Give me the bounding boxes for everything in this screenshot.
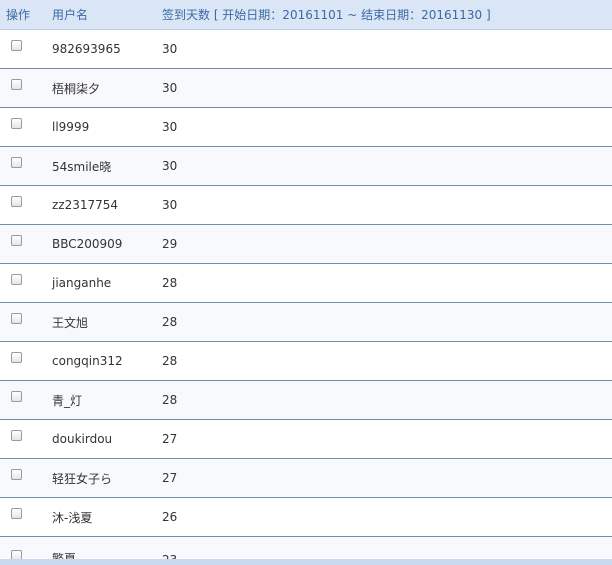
table-row: 54smile晓 30 <box>0 147 612 186</box>
table-body: 982693965 30 梧桐柒夕 30 ll9999 30 54smile晓 … <box>0 30 612 565</box>
row-username: congqin312 <box>52 354 123 368</box>
row-checkbox[interactable] <box>11 39 22 51</box>
table-row: 梧桐柒夕 30 <box>0 69 612 108</box>
row-checkbox[interactable] <box>11 273 22 285</box>
row-username: 王文旭 <box>52 315 89 330</box>
table-row: 青_灯 28 <box>0 381 612 420</box>
row-username: doukirdou <box>52 432 113 446</box>
row-checkbox[interactable] <box>11 78 22 90</box>
row-days: 30 <box>162 198 178 212</box>
row-username: jianganhe <box>52 276 112 290</box>
table-header: 操作 用户名 签到天数 [ 开始日期：20161101 ~ 结束日期：20161… <box>0 0 612 30</box>
row-checkbox[interactable] <box>11 507 22 519</box>
table-row: doukirdou 27 <box>0 420 612 459</box>
signin-table: 操作 用户名 签到天数 [ 开始日期：20161101 ~ 结束日期：20161… <box>0 0 612 565</box>
header-username: 用户名 <box>52 8 89 22</box>
table-row: zz2317754 30 <box>0 186 612 225</box>
row-checkbox[interactable] <box>11 468 22 480</box>
row-username: zz2317754 <box>52 198 119 212</box>
row-days: 28 <box>162 393 178 407</box>
table-row: 轻狂女子ら 27 <box>0 459 612 498</box>
row-username: BBC200909 <box>52 237 123 251</box>
row-checkbox[interactable] <box>11 156 22 168</box>
table-row: ll9999 30 <box>0 108 612 147</box>
row-username: 沐-浅夏 <box>52 510 93 525</box>
row-days: 27 <box>162 432 178 446</box>
table-row: congqin312 28 <box>0 342 612 381</box>
row-username: 梧桐柒夕 <box>52 81 101 96</box>
row-checkbox[interactable] <box>11 390 22 402</box>
row-days: 29 <box>162 237 178 251</box>
row-days: 27 <box>162 471 178 485</box>
row-username: 982693965 <box>52 42 121 56</box>
row-username: 轻狂女子ら <box>52 471 113 486</box>
row-checkbox[interactable] <box>11 351 22 363</box>
horizontal-scrollbar-track[interactable] <box>0 559 612 565</box>
row-checkbox[interactable] <box>11 234 22 246</box>
row-checkbox[interactable] <box>11 312 22 324</box>
table-row: 沐-浅夏 26 <box>0 498 612 537</box>
row-checkbox[interactable] <box>11 117 22 129</box>
row-username: 青_灯 <box>52 393 83 408</box>
row-days: 28 <box>162 276 178 290</box>
row-days: 26 <box>162 510 178 524</box>
row-days: 28 <box>162 315 178 329</box>
header-op: 操作 <box>6 8 31 22</box>
header-signin-days: 签到天数 [ 开始日期：20161101 ~ 结束日期：20161130 ] <box>162 8 491 22</box>
row-username: 54smile晓 <box>52 159 112 174</box>
row-days: 30 <box>162 159 178 173</box>
table-row: BBC200909 29 <box>0 225 612 264</box>
row-days: 30 <box>162 120 178 134</box>
row-checkbox[interactable] <box>11 429 22 441</box>
row-days: 28 <box>162 354 178 368</box>
row-days: 30 <box>162 81 178 95</box>
row-checkbox[interactable] <box>11 195 22 207</box>
row-days: 30 <box>162 42 178 56</box>
table-row: 982693965 30 <box>0 30 612 69</box>
row-username: ll9999 <box>52 120 90 134</box>
table-row: jianganhe 28 <box>0 264 612 303</box>
table-row: 王文旭 28 <box>0 303 612 342</box>
